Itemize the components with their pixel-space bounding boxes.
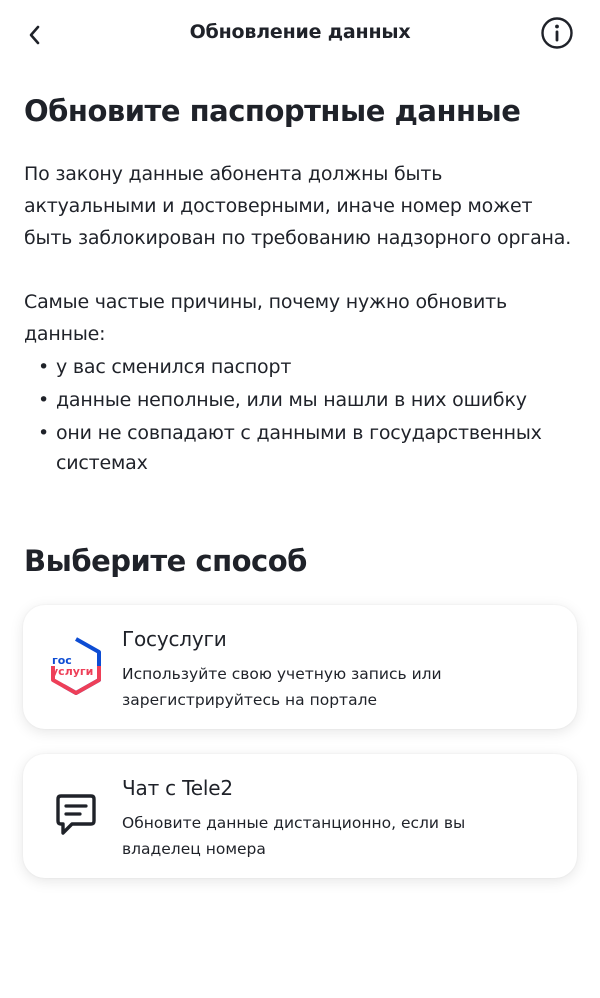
reason-text: они не совпадают с данными в государстве…: [56, 422, 542, 474]
bullet-dot: •: [38, 356, 50, 378]
bullet-dot: •: [38, 422, 50, 444]
page-title: Обновление данных: [189, 21, 411, 43]
info-button[interactable]: [538, 14, 576, 52]
reasons-intro: Самые частые причины, почему нужно обнов…: [24, 291, 508, 345]
option-title: Чат с Tele2: [122, 776, 233, 800]
list-item: • у вас сменился паспорт: [24, 352, 576, 382]
main-heading: Обновите паспортные данные: [24, 94, 521, 128]
choose-method-heading: Выберите способ: [24, 544, 307, 578]
list-item: • данные неполные, или мы нашли в них оши…: [24, 385, 576, 415]
bullet-dot: •: [38, 389, 50, 411]
screen: Обновление данных Обновите паспортные да…: [0, 0, 600, 998]
reason-text: у вас сменился паспорт: [56, 356, 292, 378]
logo-text-uslugi: услуги: [51, 665, 93, 678]
info-icon: [541, 17, 573, 49]
top-bar: Обновление данных: [0, 0, 600, 68]
chat-bubble-icon: [45, 784, 107, 846]
gosuslugi-logo-icon: гос услуги: [45, 635, 107, 697]
reasons-list: • у вас сменился паспорт • данные неполные…: [24, 352, 576, 481]
list-item: • они не совпадают с данными в государств…: [24, 418, 576, 478]
intro-text: По закону данные абонента должны быть ак…: [24, 163, 572, 249]
option-description: Обновите данные дистанционно, если вы вл…: [122, 814, 466, 858]
gosuslugi-option-card[interactable]: гос услуги Госуслуги Используйте свою уч…: [23, 605, 577, 729]
option-title: Госуслуги: [122, 627, 227, 651]
chat-option-card[interactable]: Чат с Tele2 Обновите данные дистанционно…: [23, 754, 577, 878]
option-description: Используйте свою учетную запись или заре…: [122, 665, 442, 709]
reason-text: данные неполные, или мы нашли в них ошиб…: [56, 389, 527, 411]
